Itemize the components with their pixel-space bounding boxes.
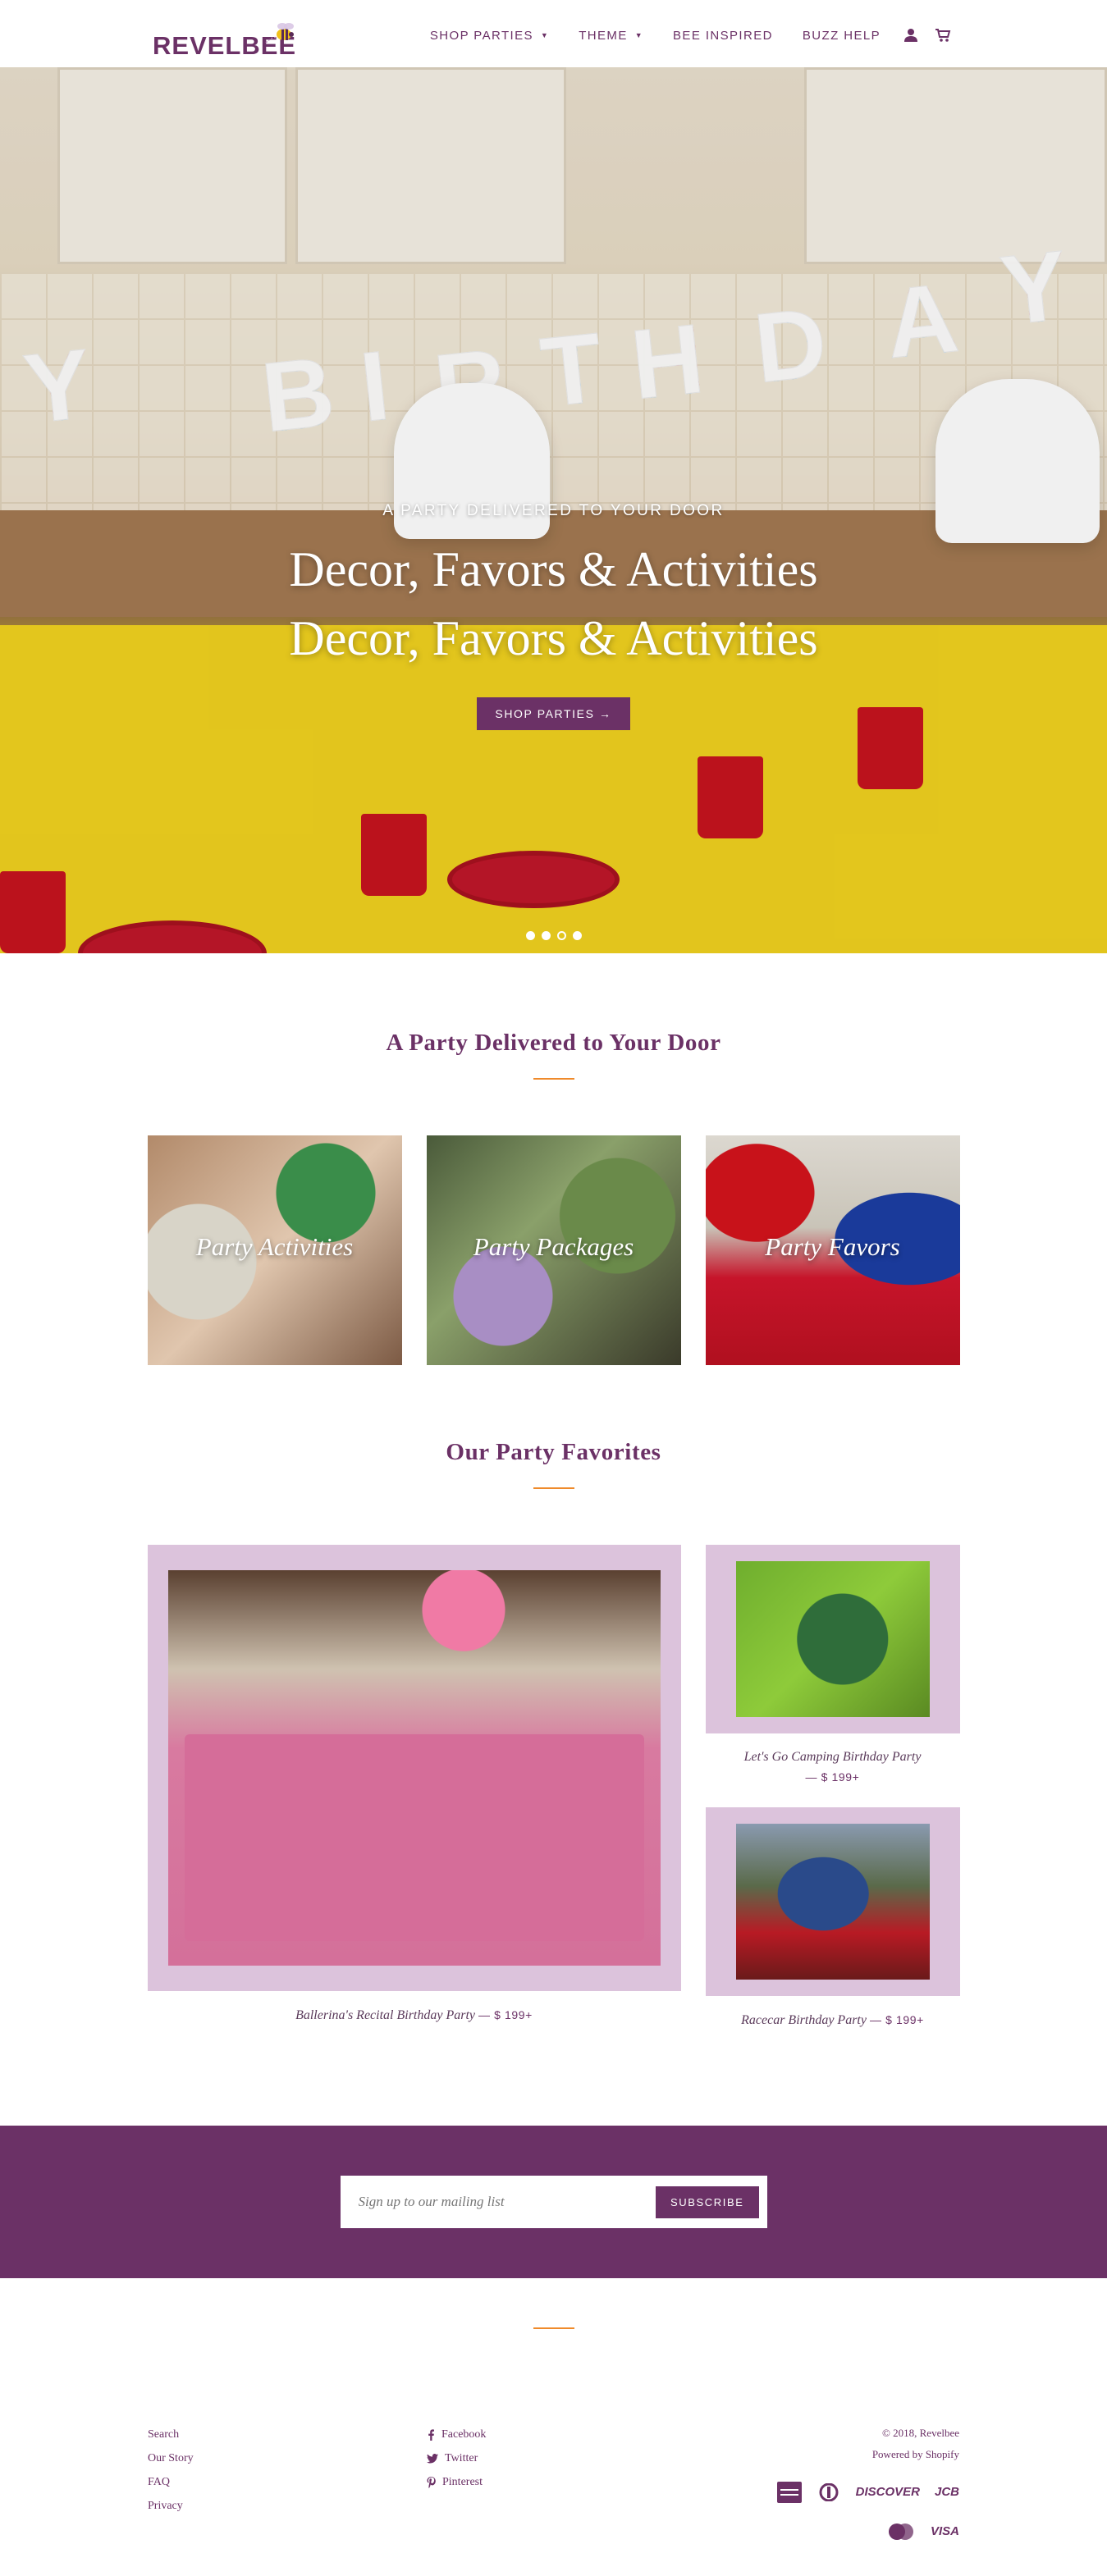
footer-link-our-story[interactable]: Our Story	[148, 2446, 194, 2470]
product-name: Racecar Birthday Party	[741, 2013, 867, 2027]
social-label: Pinterest	[442, 2476, 483, 2488]
newsletter-section: SUBSCRIBE	[0, 2126, 1107, 2278]
nav-bee-inspired-label: BEE INSPIRED	[673, 28, 773, 43]
tile-party-activities[interactable]: Party Activities	[147, 1135, 402, 1365]
product-price: $ 199+	[494, 2008, 533, 2021]
hero-title-line-echo: Decor, Favors & Activities	[289, 611, 818, 665]
section-title: Our Party Favorites	[446, 1439, 661, 1465]
slide-dot-2[interactable]	[541, 931, 551, 940]
slide-dot-1[interactable]	[525, 931, 535, 940]
nav-shop-parties-label: SHOP PARTIES	[429, 28, 533, 43]
hero-text: A PARTY DELIVERED TO YOUR DOOR Decor, Fa…	[0, 502, 1107, 730]
product-caption[interactable]: Ballerina's Recital Birthday Party — $ 1…	[148, 2005, 681, 2026]
caret-down-icon: ▼	[540, 31, 550, 39]
footer-meta: © 2018, Revelbee Powered by Shopify DISC…	[776, 2423, 959, 2542]
nav-theme[interactable]: THEME ▼	[579, 29, 643, 43]
product-name: Let's Go Camping Birthday Party	[743, 1750, 922, 1764]
footer-link-faq[interactable]: FAQ	[148, 2470, 194, 2494]
social-twitter[interactable]: Twitter	[427, 2446, 486, 2470]
favorites-grid: Ballerina's Recital Birthday Party — $ 1…	[147, 1545, 960, 2030]
side-products: Let's Go Camping Birthday Party — $ 199+…	[705, 1545, 960, 2030]
twitter-icon	[427, 2453, 438, 2463]
subscribe-button[interactable]: SUBSCRIBE	[655, 2185, 759, 2218]
ballerina-party-image	[167, 1570, 661, 1966]
section-divider	[533, 1078, 574, 1080]
tile-label: Party Packages	[473, 1232, 634, 1261]
section-divider	[533, 1487, 574, 1489]
social-pinterest[interactable]: Pinterest	[427, 2470, 486, 2494]
nav-bee-inspired[interactable]: BEE INSPIRED	[673, 29, 773, 43]
product-image-link[interactable]	[705, 1807, 960, 1996]
site-footer: Search Our Story FAQ Privacy Facebook Tw…	[0, 2327, 1107, 2576]
product-caption[interactable]: Racecar Birthday Party — $ 199+	[706, 2010, 960, 2030]
product-price: $ 199+	[885, 2013, 924, 2026]
caret-down-icon: ▼	[634, 31, 644, 39]
main-nav: SHOP PARTIES ▼ THEME ▼ BEE INSPIRED BUZZ…	[430, 28, 951, 43]
footer-divider	[533, 2327, 574, 2329]
powered-by-link[interactable]: Powered by Shopify	[777, 2444, 959, 2465]
section-title: A Party Delivered to Your Door	[386, 1030, 721, 1056]
user-icon[interactable]	[903, 28, 918, 43]
nav-buzz-help-label: BUZZ HELP	[802, 28, 881, 43]
product-price: $ 199+	[821, 1770, 860, 1784]
racecar-party-image	[735, 1824, 930, 1980]
tile-party-favors[interactable]: Party Favors	[705, 1135, 960, 1365]
email-input[interactable]	[358, 2194, 629, 2210]
hero-title-line: Decor, Favors & Activities	[289, 542, 818, 596]
footer-links: Search Our Story FAQ Privacy	[148, 2423, 194, 2518]
product-name: Ballerina's Recital Birthday Party	[295, 2008, 476, 2022]
facebook-icon	[428, 2428, 434, 2441]
newsletter-form: SUBSCRIBE	[340, 2176, 767, 2228]
bee-icon	[265, 23, 294, 43]
visa-icon: VISA	[930, 2524, 959, 2538]
nav-buzz-help[interactable]: BUZZ HELP	[803, 29, 881, 43]
nav-shop-parties[interactable]: SHOP PARTIES ▼	[430, 29, 549, 43]
cart-icon[interactable]	[935, 28, 951, 43]
favorites-section: Our Party Favorites Ballerina's Recital …	[0, 1365, 1107, 2030]
pink-table	[184, 1734, 644, 1941]
social-label: Facebook	[441, 2428, 487, 2441]
social-facebook[interactable]: Facebook	[427, 2423, 486, 2446]
collection-tiles: Party Activities Party Packages Party Fa…	[147, 1135, 960, 1365]
discover-icon: DISCOVER	[855, 2485, 920, 2499]
site-header: REVELBEE SHOP PARTIES ▼ THEME ▼ BEE INSP…	[0, 0, 1107, 67]
diners-club-icon	[819, 2483, 839, 2501]
payment-icons-row-1: DISCOVER JCB	[776, 2482, 959, 2503]
jcb-icon: JCB	[934, 2485, 959, 2499]
social-label: Twitter	[445, 2452, 478, 2464]
nav-icons	[903, 28, 951, 43]
camping-party-image	[735, 1561, 930, 1717]
hero-subtitle: A PARTY DELIVERED TO YOUR DOOR	[382, 502, 725, 519]
american-express-icon	[776, 2482, 802, 2503]
shop-parties-button[interactable]: SHOP PARTIES →	[477, 697, 630, 730]
tile-label: Party Favors	[765, 1232, 900, 1261]
slide-dot-3[interactable]	[556, 931, 566, 940]
revelbee-logo[interactable]: REVELBEE	[153, 16, 300, 60]
product-image-link[interactable]	[705, 1545, 960, 1733]
payment-icons-row-2: VISA	[777, 2521, 959, 2542]
slide-dot-4[interactable]	[572, 931, 582, 940]
copyright-text: © 2018, Revelbee	[882, 2427, 959, 2439]
featured-product: Ballerina's Recital Birthday Party — $ 1…	[147, 1545, 681, 2030]
slide-dots	[0, 931, 1107, 940]
tile-label: Party Activities	[195, 1232, 354, 1261]
product-caption[interactable]: Let's Go Camping Birthday Party — $ 199+	[706, 1747, 960, 1788]
pinterest-icon	[427, 2476, 436, 2488]
footer-link-search[interactable]: Search	[148, 2423, 194, 2446]
mastercard-icon	[888, 2523, 913, 2540]
footer-link-privacy[interactable]: Privacy	[148, 2494, 194, 2518]
hero-slideshow: Y B I R T H D A Y A PARTY DELIVERED TO Y…	[0, 67, 1107, 953]
tile-party-packages[interactable]: Party Packages	[426, 1135, 681, 1365]
delivered-section: A Party Delivered to Your Door Party Act…	[0, 953, 1107, 1365]
product-image-link[interactable]	[147, 1545, 681, 1991]
hero-title: Decor, Favors & Activities Decor, Favors…	[0, 535, 1107, 673]
footer-social: Facebook Twitter Pinterest	[427, 2423, 486, 2494]
nav-theme-label: THEME	[579, 28, 628, 43]
